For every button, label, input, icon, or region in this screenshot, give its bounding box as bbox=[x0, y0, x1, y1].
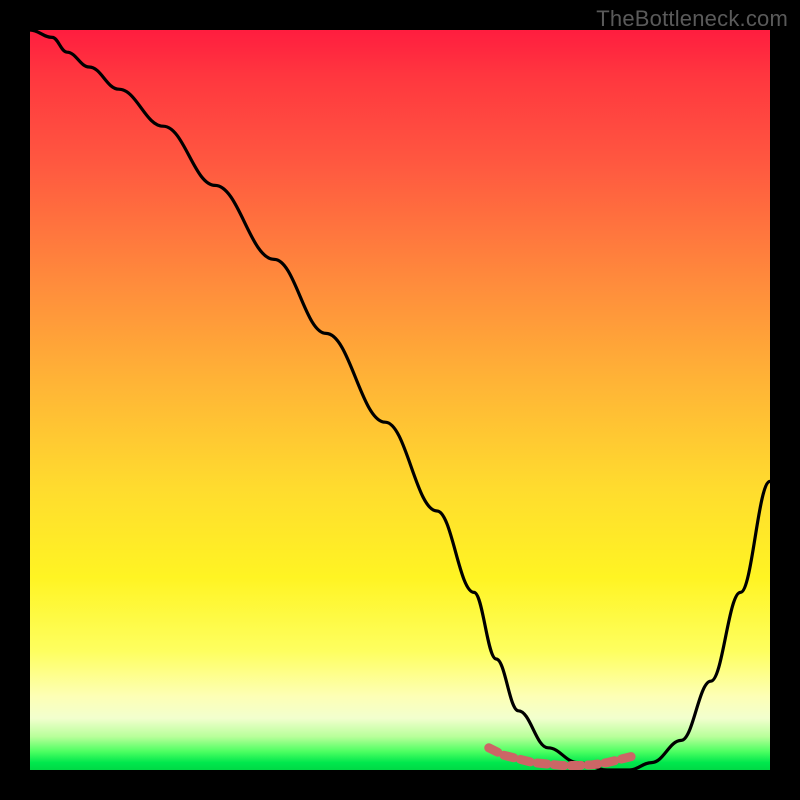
chart-svg bbox=[30, 30, 770, 770]
main-curve bbox=[30, 30, 770, 770]
plot-area bbox=[30, 30, 770, 770]
watermark-text: TheBottleneck.com bbox=[596, 6, 788, 32]
